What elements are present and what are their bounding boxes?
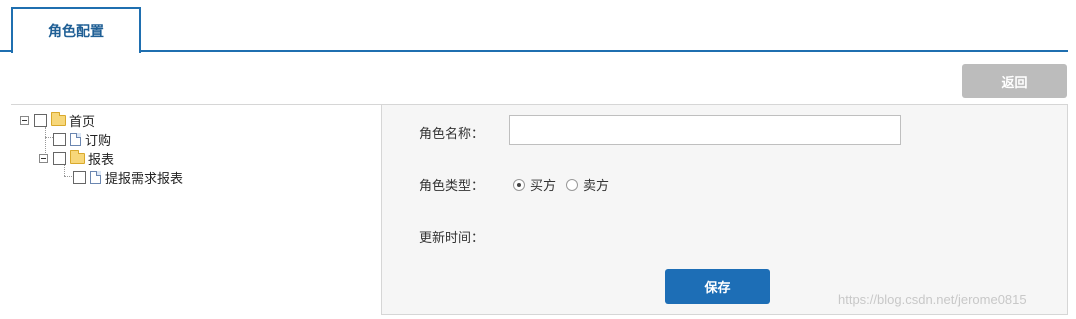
tree-node-label[interactable]: 提报需求报表 (105, 168, 183, 187)
tree-node-reports: 报表 (39, 149, 114, 168)
file-icon (90, 170, 101, 184)
tree-node-demand-report: 提报需求报表 (73, 168, 183, 187)
role-name-label: 角色名称： (419, 127, 485, 142)
collapse-toggle-icon[interactable] (39, 153, 48, 163)
tab-role-config[interactable]: 角色配置 (11, 7, 141, 53)
file-icon (70, 132, 81, 146)
tab-bar: 角色配置 (0, 0, 1068, 53)
tree-node-order: 订购 (53, 130, 111, 149)
main-panel: 首页 订购 报表 提报需求报表 角色名称： 角色类型： 买方 卖方 更新时间： … (11, 104, 1068, 315)
role-form: 角色名称： 角色类型： 买方 卖方 更新时间： 保存 (382, 105, 1068, 315)
watermark-text: https://blog.csdn.net/jerome0815 (838, 292, 1027, 307)
tree-node-label[interactable]: 订购 (85, 130, 111, 149)
radio-buyer[interactable] (513, 178, 525, 191)
tree-node-home: 首页 (20, 111, 95, 130)
save-button[interactable]: 保存 (665, 269, 770, 304)
radio-seller[interactable] (566, 178, 579, 191)
collapse-toggle-icon[interactable] (20, 115, 29, 125)
tree-connector (64, 176, 72, 177)
radio-buyer-label[interactable]: 买方 (530, 175, 556, 194)
back-button[interactable]: 返回 (962, 64, 1067, 98)
folder-open-icon (51, 111, 66, 126)
tree-checkbox[interactable] (73, 170, 86, 184)
tab-bar-underline (0, 50, 1068, 52)
tree-checkbox[interactable] (53, 132, 66, 146)
folder-open-icon (70, 149, 85, 164)
permission-tree: 首页 订购 报表 提报需求报表 (11, 105, 381, 315)
tree-connector (45, 137, 53, 138)
tree-checkbox[interactable] (34, 113, 47, 127)
tree-checkbox[interactable] (53, 151, 66, 165)
updated-time-label: 更新时间： (419, 231, 485, 246)
radio-seller-label[interactable]: 卖方 (583, 175, 609, 194)
role-type-label: 角色类型： (419, 179, 485, 194)
tree-node-label[interactable]: 报表 (88, 149, 114, 168)
tree-node-label[interactable]: 首页 (69, 111, 95, 130)
role-type-radio-group: 买方 卖方 (513, 175, 619, 194)
role-name-input[interactable] (509, 115, 901, 145)
